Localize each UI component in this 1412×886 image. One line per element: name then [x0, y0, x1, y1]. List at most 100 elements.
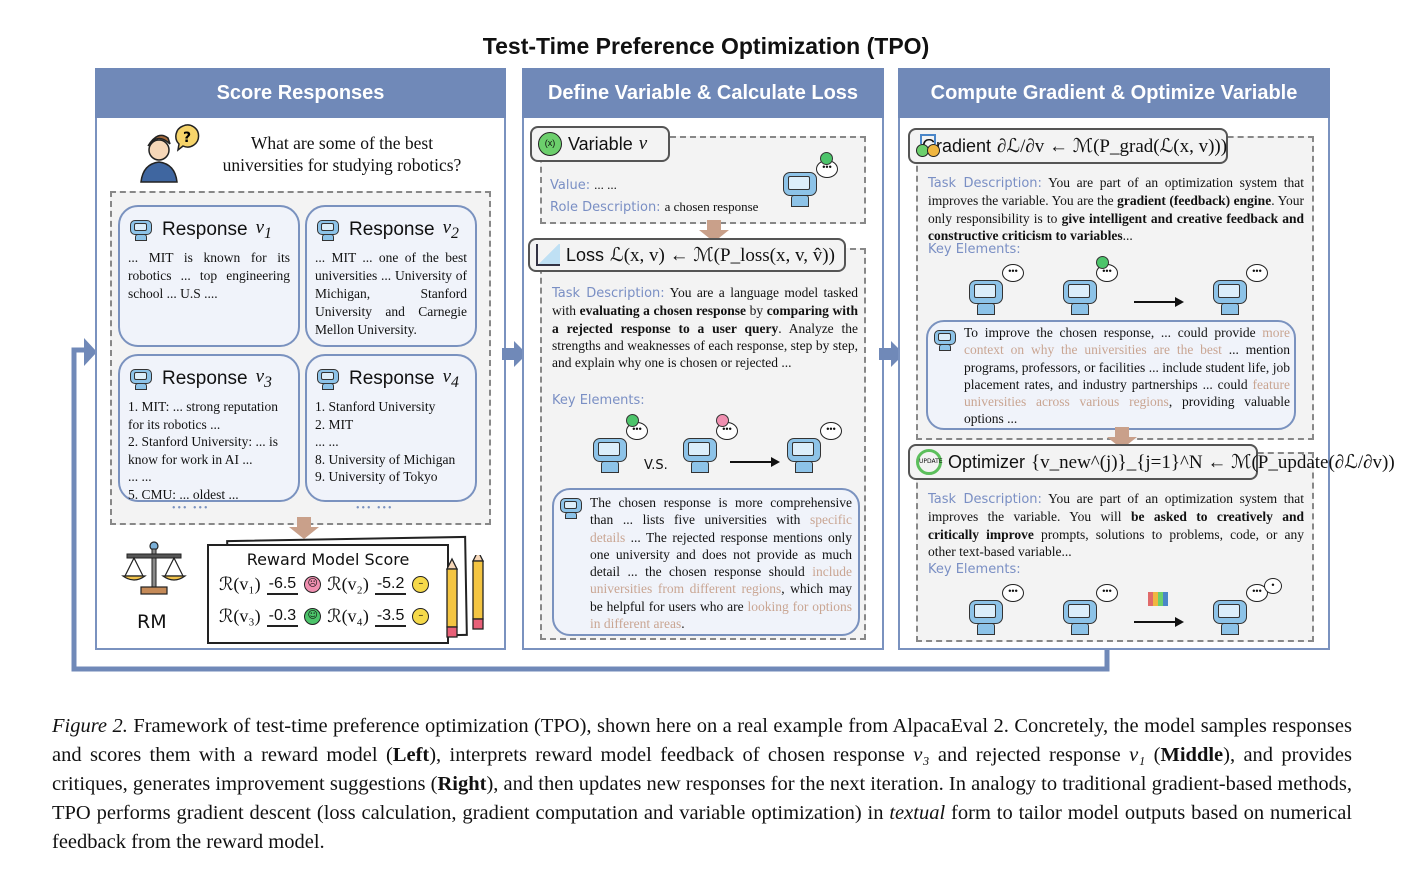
reward-score-sheet: Reward Model Score ℛ(v₁) -6.5 ☹ ℛ(v₂) -5…: [207, 544, 449, 644]
happy-emoji-icon: [626, 414, 639, 427]
gradient-container: Task Description: You are part of an opt…: [916, 136, 1314, 440]
response-card-v1[interactable]: Response v1 ... MIT is known for its rob…: [118, 205, 300, 347]
optimizer-header: UPDATE Optimizer {v_new^(j)}_{j=1}^N ← ℳ…: [908, 444, 1395, 480]
neutral-face-icon: –: [412, 576, 430, 593]
response-text: ... MIT is known for its robotics ... to…: [128, 250, 290, 301]
user-question-icon: ?: [135, 122, 205, 184]
key-elements-label: Key Elements:: [928, 562, 1021, 577]
robot-icon: [1060, 276, 1100, 321]
loss-key-elements: ••• V.S. ••• •••: [590, 414, 850, 473]
response-card-v2[interactable]: Response v2 ... MIT ... one of the best …: [305, 205, 477, 347]
response-card-v3[interactable]: Response v3 1. MIT: ... strong reputatio…: [118, 354, 300, 502]
text-segment: by: [746, 303, 767, 319]
panel-compute-gradient: Compute Gradient & Optimize Variable Tas…: [898, 68, 1395, 650]
optimizer-key-elements: ••• ••• ••• •: [966, 578, 1286, 635]
happy-face-icon: ☺: [304, 608, 322, 625]
caption-segment: Right: [437, 773, 487, 795]
response-card-v4[interactable]: Response v4 1. Stanford University 2. MI…: [305, 354, 477, 502]
score-value-v4: -3.5: [374, 607, 407, 627]
gradient-suggestion-card: To improve the chosen response, ... coul…: [926, 320, 1296, 430]
arrow-icon: [730, 457, 780, 467]
caption-segment: and rejected response: [929, 744, 1130, 766]
text-segment: gradient (feedback) engine: [1117, 193, 1272, 209]
panel-define-variable-loss: Define Variable & Calculate Loss Value: …: [522, 68, 884, 650]
happy-emoji-icon: [1096, 256, 1109, 269]
robot-icon: [1210, 276, 1250, 321]
robot-icon: [680, 434, 720, 479]
panel-header-loss: Define Variable & Calculate Loss: [522, 68, 884, 118]
scale-icon: [121, 540, 187, 596]
text-segment: ...: [1122, 227, 1133, 243]
score-row: ℛ(v₁) -6.5 ☹ ℛ(v₂) -5.2 –: [219, 574, 430, 595]
gradient-key-elements: ••• ••• •••: [966, 256, 1286, 315]
neutral-face-icon: –: [412, 608, 430, 625]
optimizer-container: Task Description: You are part of an opt…: [916, 452, 1314, 642]
loss-container: Task Description: You are a language mod…: [540, 248, 866, 640]
user-query: What are some of the best universities f…: [222, 133, 462, 175]
response-text: 1. Stanford University 2. MIT ... ... 8.…: [315, 399, 456, 484]
key-elements-label: Key Elements:: [928, 242, 1021, 257]
optimizer-task-description: Task Description: You are part of an opt…: [928, 491, 1305, 559]
robot-icon: [558, 496, 584, 525]
score-row: ℛ(v₃) -0.3 ☺ ℛ(v₄) -3.5 –: [219, 606, 430, 627]
sad-emoji-icon: [716, 414, 729, 427]
robot-icon: [128, 218, 154, 242]
caption-segment: Figure 2.: [52, 715, 128, 737]
robot-icon: [315, 367, 341, 391]
caption-segment: Left: [392, 744, 430, 766]
growth-chart-icon: [1148, 592, 1168, 606]
loss-header: Loss ℒ(x, v) ← ℳ(P_loss(x, v, v̂)): [528, 238, 846, 272]
loss-chart-icon: [536, 244, 560, 266]
score-value-v1: -6.5: [266, 575, 299, 595]
score-value-v2: -5.2: [374, 575, 407, 595]
gradient-suggestion-text: To improve the chosen response, ... coul…: [964, 324, 1290, 428]
variable-header: (x) Variable v: [530, 126, 670, 162]
caption-segment: textual: [889, 802, 946, 824]
key-elements-label: Key Elements:: [552, 393, 645, 408]
figure-caption: Figure 2. Framework of test-time prefere…: [52, 712, 1352, 857]
loss-feedback-text: The chosen response is more comprehensiv…: [590, 494, 852, 632]
caption-segment: Middle: [1160, 744, 1224, 766]
arrow-icon: [1134, 617, 1184, 627]
robot-icon: •••: [780, 152, 838, 213]
arrow-icon: [1134, 297, 1184, 307]
loss-feedback-card: The chosen response is more comprehensiv…: [552, 488, 860, 636]
text-segment: .: [681, 616, 685, 632]
panel-header-gradient: Compute Gradient & Optimize Variable: [898, 68, 1330, 118]
pencil-icon: [443, 549, 493, 650]
response-var: v1: [255, 217, 272, 242]
loss-task-description: Task Description: You are a language mod…: [552, 285, 859, 371]
response-var: v4: [442, 366, 459, 391]
score-value-v3: -0.3: [266, 607, 299, 627]
caption-segment: v₁: [1129, 744, 1146, 766]
robot-icon: [128, 367, 154, 391]
rm-label: RM: [137, 611, 167, 633]
sad-face-icon: ☹: [304, 576, 322, 593]
caption-segment: ), interprets reward model feedback of c…: [429, 744, 914, 766]
robot-icon: [1210, 596, 1250, 641]
more-responses-ellipsis: ••• •••: [356, 503, 394, 514]
robot-icon: [784, 434, 824, 479]
more-responses-ellipsis: ••• •••: [172, 503, 210, 514]
response-text: 1. MIT: ... strong reputation for its ro…: [128, 399, 279, 502]
responses-container: Response v1 ... MIT is known for its rob…: [110, 191, 491, 525]
gradient-task-description: Task Description: You are part of an opt…: [928, 175, 1305, 243]
caption-segment: v₃: [913, 744, 930, 766]
robot-icon: [932, 328, 958, 357]
robot-icon: [315, 218, 341, 242]
vs-label: V.S.: [644, 458, 668, 473]
robot-icon: [590, 434, 630, 479]
gradient-header: Gradient ∂ℒ/∂v ← ℳ(P_grad(ℒ(x, v))): [908, 128, 1228, 164]
update-cycle-icon: UPDATE: [916, 449, 943, 475]
robot-icon: [966, 596, 1006, 641]
reward-score-title: Reward Model Score: [246, 550, 410, 569]
text-segment: To improve the chosen response, ... coul…: [964, 325, 1263, 340]
caption-segment: (: [1145, 744, 1161, 766]
svg-text:?: ?: [183, 130, 191, 146]
response-var: v2: [442, 217, 459, 242]
text-segment: evaluating a chosen response: [579, 303, 747, 319]
down-arrow-icon: [289, 517, 319, 541]
panel-score-responses: Score Responses ? What are some of the b…: [95, 68, 506, 650]
robot-icon: [966, 276, 1006, 321]
response-text: ... MIT ... one of the best universities…: [315, 250, 467, 337]
